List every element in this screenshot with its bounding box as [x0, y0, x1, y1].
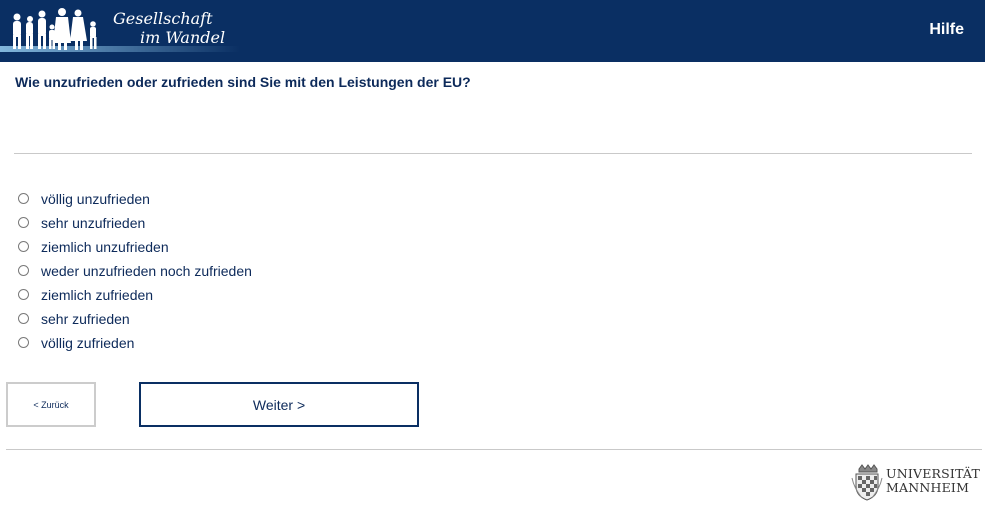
option-voellig-zufrieden[interactable]: völlig zufrieden [18, 331, 252, 355]
radio-button[interactable] [18, 216, 29, 228]
question-text: Wie unzufrieden oder zufrieden sind Sie … [15, 74, 471, 90]
logo-line-1: Gesellschaft [113, 9, 213, 28]
radio-button[interactable] [18, 288, 29, 300]
university-line-2: MANNHEIM [886, 480, 970, 495]
next-button[interactable]: Weiter > [139, 382, 419, 427]
option-sehr-unzufrieden[interactable]: sehr unzufrieden [18, 211, 252, 235]
option-ziemlich-unzufrieden[interactable]: ziemlich unzufrieden [18, 235, 252, 259]
radio-button[interactable] [18, 312, 29, 324]
university-name: UNIVERSITÄT MANNHEIM [886, 467, 980, 495]
header-bar: Gesellschaft im Wandel Hilfe [0, 0, 985, 62]
university-crest-icon [851, 464, 883, 501]
answer-options: völlig unzufrieden sehr unzufrieden ziem… [18, 187, 252, 355]
footer-divider [6, 449, 982, 450]
university-line-1: UNIVERSITÄT [886, 466, 981, 481]
gesellschaft-im-wandel-logo: Gesellschaft im Wandel [0, 0, 250, 62]
radio-button[interactable] [18, 192, 29, 204]
option-label: ziemlich unzufrieden [41, 239, 169, 255]
radio-button[interactable] [18, 336, 29, 348]
radio-button[interactable] [18, 264, 29, 276]
option-weder-noch[interactable]: weder unzufrieden noch zufrieden [18, 259, 252, 283]
option-label: völlig unzufrieden [41, 191, 150, 207]
radio-button[interactable] [18, 240, 29, 252]
option-sehr-zufrieden[interactable]: sehr zufrieden [18, 307, 252, 331]
option-label: völlig zufrieden [41, 335, 135, 351]
university-mannheim-logo: UNIVERSITÄT MANNHEIM [850, 462, 984, 502]
option-label: weder unzufrieden noch zufrieden [41, 263, 252, 279]
logo-text: Gesellschaft im Wandel [113, 9, 225, 47]
logo-line-2: im Wandel [140, 28, 226, 47]
back-button[interactable]: < Zurück [6, 382, 96, 427]
help-link[interactable]: Hilfe [929, 21, 964, 39]
divider [14, 153, 972, 154]
option-label: sehr zufrieden [41, 311, 130, 327]
option-voellig-unzufrieden[interactable]: völlig unzufrieden [18, 187, 252, 211]
option-label: sehr unzufrieden [41, 215, 146, 231]
option-ziemlich-zufrieden[interactable]: ziemlich zufrieden [18, 283, 252, 307]
option-label: ziemlich zufrieden [41, 287, 154, 303]
